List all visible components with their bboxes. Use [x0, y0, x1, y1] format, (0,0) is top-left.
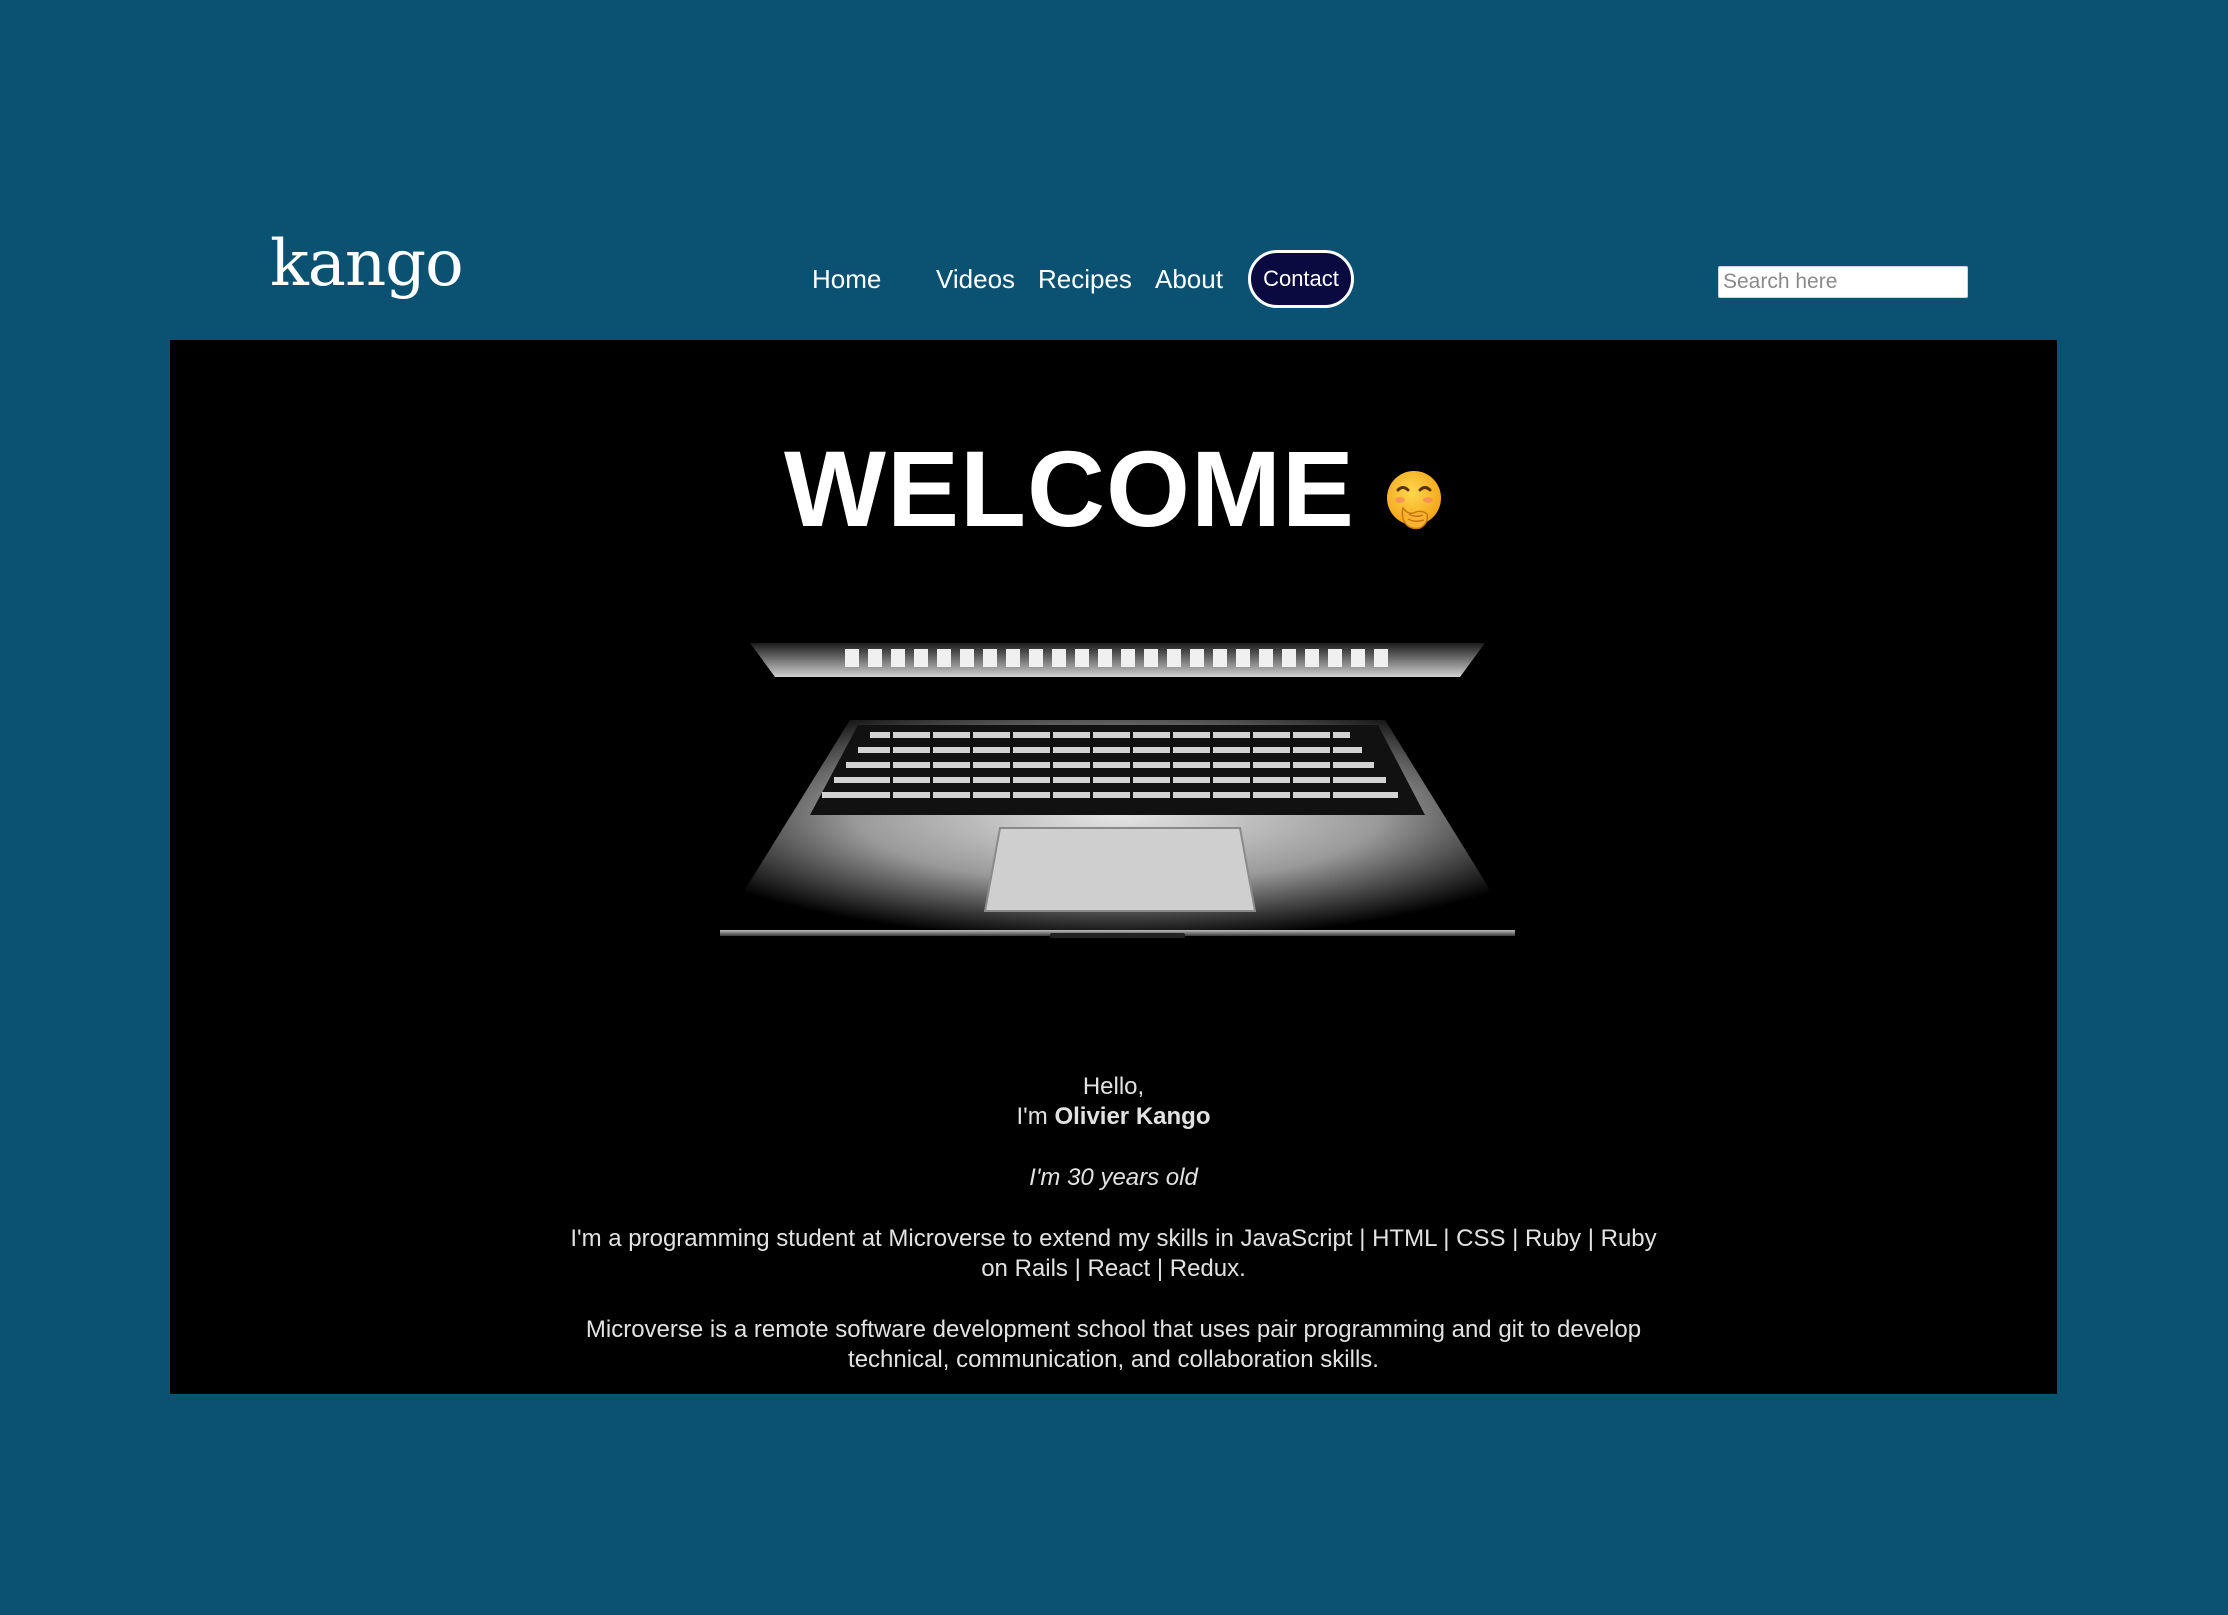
welcome-heading: WELCOME — [170, 435, 2057, 543]
search-input[interactable] — [1718, 266, 1968, 298]
nav-home-link[interactable]: Home — [812, 264, 881, 295]
welcome-title: WELCOME — [784, 428, 1355, 549]
laptop-image — [690, 595, 1545, 965]
nav-recipes-link[interactable]: Recipes — [1038, 264, 1132, 295]
name-line: I'm Olivier Kango — [170, 1102, 2057, 1132]
bio-text: I'm a programming student at Microverse … — [570, 1225, 1657, 1282]
nav-about-link[interactable]: About — [1155, 264, 1223, 295]
intro-prefix: I'm — [1016, 1103, 1048, 1130]
contact-button[interactable]: Contact — [1248, 250, 1354, 308]
person-name: Olivier Kango — [1054, 1103, 1211, 1130]
hero-section: WELCOME Hello, I'm Olivier Kango I'm 30 … — [170, 340, 2057, 1394]
intro-text: Hello, I'm Olivier Kango I'm 30 years ol… — [170, 1072, 2057, 1375]
age-text: I'm 30 years old — [1029, 1164, 1198, 1191]
nav-videos-link[interactable]: Videos — [936, 264, 1015, 295]
face-with-hand-over-mouth-icon — [1385, 441, 1443, 530]
school-text: Microverse is a remote software developm… — [585, 1316, 1642, 1373]
greeting-text: Hello, — [1082, 1073, 1145, 1100]
